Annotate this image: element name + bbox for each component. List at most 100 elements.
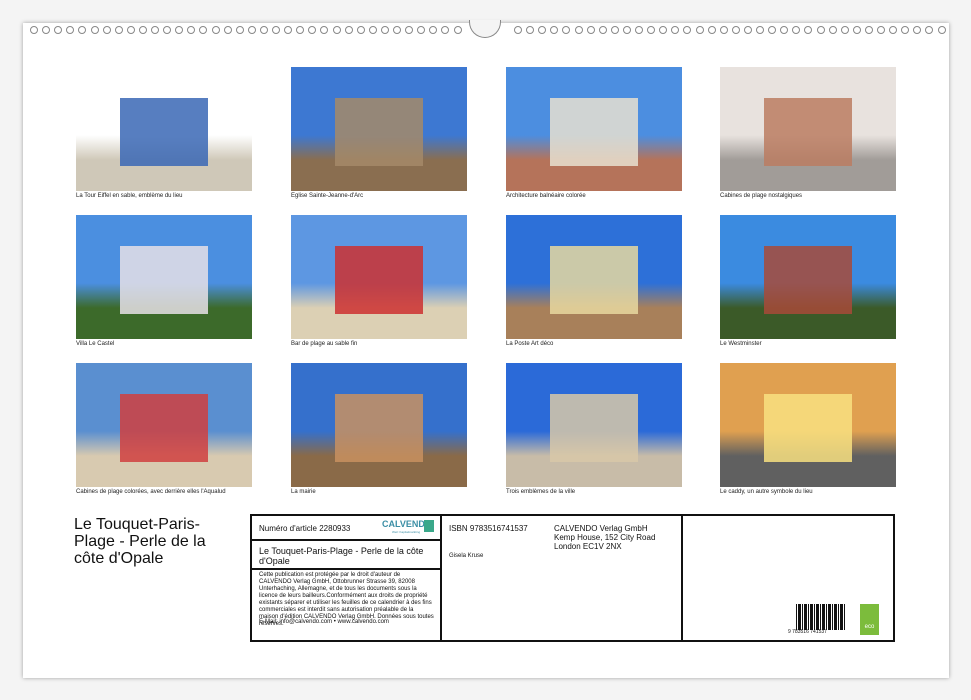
publisher-line: London EC1V 2NX bbox=[554, 542, 655, 551]
binding-hole bbox=[865, 26, 873, 34]
binding-hole bbox=[91, 26, 99, 34]
photo bbox=[506, 215, 682, 339]
binding-hole bbox=[260, 26, 268, 34]
binding-hole bbox=[454, 26, 462, 34]
photo bbox=[76, 67, 252, 191]
binding-hole bbox=[357, 26, 365, 34]
binding-hole bbox=[369, 26, 377, 34]
binding-hole bbox=[575, 26, 583, 34]
photo-caption: La Tour Eiffel en sable, emblème du lieu bbox=[76, 193, 183, 199]
binding-hole bbox=[417, 26, 425, 34]
binding-hole bbox=[889, 26, 897, 34]
binding-hole bbox=[526, 26, 534, 34]
contact-info: E-Mail: info@calvendo.com • www.calvendo… bbox=[259, 619, 389, 626]
photo-caption: Cabines de plage colorées, avec derrière… bbox=[76, 489, 226, 495]
photo bbox=[506, 363, 682, 487]
photo-caption: Eglise Sainte-Jeanne-d'Arc bbox=[291, 193, 363, 199]
binding-hole bbox=[381, 26, 389, 34]
photo-caption: Cabines de plage nostalgiques bbox=[720, 193, 802, 199]
photo-caption: Bar de plage au sable fin bbox=[291, 341, 357, 347]
photo bbox=[291, 67, 467, 191]
binding-hole bbox=[623, 26, 631, 34]
binding-hole bbox=[78, 26, 86, 34]
binding-hole bbox=[744, 26, 752, 34]
binding-hole bbox=[599, 26, 607, 34]
binding-hole bbox=[696, 26, 704, 34]
binding-hole bbox=[175, 26, 183, 34]
calvendo-logo-sub: Weil: Kapitalmarkting bbox=[392, 530, 420, 534]
binding-hole bbox=[66, 26, 74, 34]
isbn: ISBN 9783516741537 bbox=[449, 524, 528, 533]
binding-hole bbox=[792, 26, 800, 34]
photo-caption: Trois emblèmes de la ville bbox=[506, 489, 575, 495]
barcode bbox=[796, 604, 848, 630]
photo bbox=[76, 363, 252, 487]
binding-hole bbox=[441, 26, 449, 34]
binding-hole bbox=[199, 26, 207, 34]
binding-hole bbox=[115, 26, 123, 34]
binding-hole bbox=[901, 26, 909, 34]
binding-hole bbox=[768, 26, 776, 34]
eco-label-text: eco bbox=[865, 624, 875, 630]
binding-hole bbox=[103, 26, 111, 34]
binding-hole bbox=[272, 26, 280, 34]
eco-label-icon: eco bbox=[860, 604, 879, 635]
calendar-title: Le Touquet-Paris-Plage - Perle de la côt… bbox=[74, 516, 224, 567]
binding-hole bbox=[248, 26, 256, 34]
binding-hole bbox=[611, 26, 619, 34]
binding-hole bbox=[587, 26, 595, 34]
binding-hole bbox=[853, 26, 861, 34]
binding-hole bbox=[405, 26, 413, 34]
binding-hole bbox=[635, 26, 643, 34]
binding-hole bbox=[756, 26, 764, 34]
binding-hole bbox=[829, 26, 837, 34]
barcode-digits: 9 783516 741537 bbox=[788, 629, 827, 635]
binding-hole bbox=[42, 26, 50, 34]
binding-hole bbox=[514, 26, 522, 34]
binding-hole bbox=[187, 26, 195, 34]
photo bbox=[720, 363, 896, 487]
binding-hole bbox=[345, 26, 353, 34]
publication-title: Le Touquet-Paris-Plage - Perle de la côt… bbox=[259, 546, 434, 566]
binding-hole bbox=[296, 26, 304, 34]
binding-hole bbox=[538, 26, 546, 34]
photo-caption: La Poste Art déco bbox=[506, 341, 553, 347]
binding-hole bbox=[550, 26, 558, 34]
binding-hole bbox=[804, 26, 812, 34]
binding-hole bbox=[877, 26, 885, 34]
photo-caption: Le Westminster bbox=[720, 341, 762, 347]
photo bbox=[506, 67, 682, 191]
binding-hole bbox=[224, 26, 232, 34]
binding-hole bbox=[841, 26, 849, 34]
binding-hole bbox=[393, 26, 401, 34]
binding-hole bbox=[320, 26, 328, 34]
calvendo-logo-icon bbox=[424, 520, 434, 532]
binding-hole bbox=[562, 26, 570, 34]
binding-hole bbox=[127, 26, 135, 34]
binding-hole bbox=[732, 26, 740, 34]
photo-caption: Le caddy, un autre symbole du lieu bbox=[720, 489, 813, 495]
author: Gisela Kruse bbox=[449, 553, 483, 559]
binding-hole bbox=[708, 26, 716, 34]
publisher-line: CALVENDO Verlag GmbH bbox=[554, 524, 655, 533]
photo-caption: Architecture balnéaire colorée bbox=[506, 193, 586, 199]
photo bbox=[720, 215, 896, 339]
publisher-line: Kemp House, 152 City Road bbox=[554, 533, 655, 542]
binding-hole bbox=[429, 26, 437, 34]
binding-hole bbox=[647, 26, 655, 34]
binding-hole bbox=[163, 26, 171, 34]
binding-hole bbox=[925, 26, 933, 34]
binding-hole bbox=[308, 26, 316, 34]
photo-caption: La mairie bbox=[291, 489, 316, 495]
photo bbox=[720, 67, 896, 191]
photo-caption: Villa Le Castel bbox=[76, 341, 114, 347]
info-box: Numéro d'article 2280933 CALVENDO Weil: … bbox=[250, 514, 895, 642]
binding-hole bbox=[720, 26, 728, 34]
publisher-address: CALVENDO Verlag GmbH Kemp House, 152 Cit… bbox=[554, 524, 655, 551]
binding-hole bbox=[659, 26, 667, 34]
photo bbox=[291, 215, 467, 339]
binding-hole bbox=[333, 26, 341, 34]
binding-hole bbox=[139, 26, 147, 34]
binding-hole bbox=[913, 26, 921, 34]
binding-hole bbox=[30, 26, 38, 34]
